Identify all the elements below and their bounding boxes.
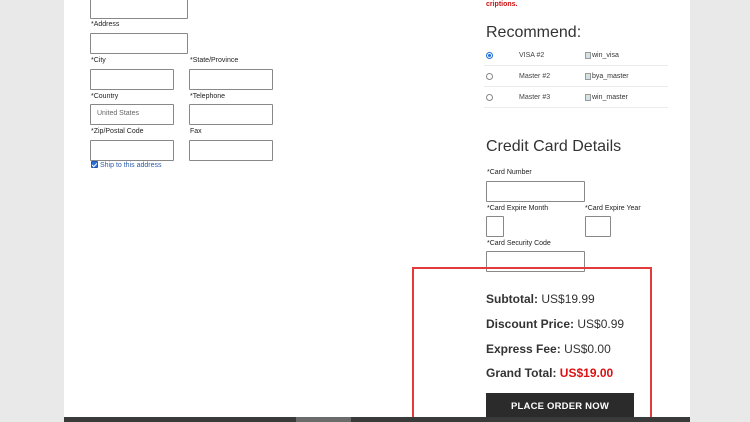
card-expire-month-field[interactable] bbox=[486, 216, 504, 237]
payment-radio-master-3[interactable] bbox=[486, 94, 493, 101]
country-value: United States bbox=[97, 110, 140, 117]
state-field[interactable] bbox=[189, 69, 273, 90]
card-expire-year-label: *Card Expire Year bbox=[585, 205, 641, 212]
subtotal-label: Subtotal: bbox=[486, 292, 538, 306]
ship-to-address-checkbox[interactable] bbox=[91, 161, 98, 168]
ship-to-address-label[interactable]: Ship to this address bbox=[100, 162, 161, 169]
fax-field[interactable] bbox=[189, 140, 273, 161]
broken-image-icon bbox=[585, 94, 591, 101]
notice-text: criptions. bbox=[486, 1, 518, 8]
credit-card-heading: Credit Card Details bbox=[486, 138, 622, 155]
address-label: *Address bbox=[91, 21, 120, 28]
footer-bar bbox=[64, 417, 690, 422]
express-fee-value: US$0.00 bbox=[564, 342, 611, 356]
zip-field[interactable] bbox=[90, 140, 174, 161]
country-label: *Country bbox=[91, 93, 119, 100]
card-number-label: *Card Number bbox=[487, 169, 532, 176]
payment-image-alt: win_master bbox=[592, 94, 628, 101]
card-expire-year-field[interactable] bbox=[585, 216, 611, 237]
broken-image-icon bbox=[585, 73, 591, 80]
payment-image-win-master: win_master bbox=[585, 94, 628, 101]
broken-image-icon bbox=[585, 52, 591, 59]
payment-name-master-2: Master #2 bbox=[519, 73, 551, 80]
state-label: *State/Province bbox=[190, 57, 239, 64]
subtotal-line: Subtotal: US$19.99 bbox=[486, 292, 595, 306]
grand-total-label: Grand Total: bbox=[486, 366, 557, 380]
country-select[interactable]: United States bbox=[90, 104, 174, 125]
card-security-code-label: *Card Security Code bbox=[487, 240, 551, 247]
city-field[interactable] bbox=[90, 69, 174, 90]
payment-name-master-3: Master #3 bbox=[519, 94, 551, 101]
address-field[interactable] bbox=[90, 33, 188, 54]
subtotal-value: US$19.99 bbox=[541, 292, 595, 306]
card-expire-month-label: *Card Expire Month bbox=[487, 205, 549, 212]
divider bbox=[484, 65, 668, 66]
payment-image-alt: bya_master bbox=[592, 73, 629, 80]
fax-label: Fax bbox=[190, 128, 202, 135]
grand-total-line: Grand Total: US$19.00 bbox=[486, 366, 613, 380]
express-fee-label: Express Fee: bbox=[486, 342, 561, 356]
discount-value: US$0.99 bbox=[577, 317, 625, 331]
express-fee-line: Express Fee: US$0.00 bbox=[486, 342, 611, 356]
payment-image-bya-master: bya_master bbox=[585, 73, 629, 80]
card-number-field[interactable] bbox=[486, 181, 585, 202]
grand-total-value: US$19.00 bbox=[559, 366, 614, 380]
payment-name-visa-2: VISA #2 bbox=[519, 52, 545, 59]
divider bbox=[484, 107, 668, 108]
discount-label: Discount Price: bbox=[486, 317, 575, 331]
payment-image-win-visa: win_visa bbox=[585, 52, 619, 59]
payment-image-alt: win_visa bbox=[592, 52, 619, 59]
recommend-heading: Recommend: bbox=[486, 24, 582, 41]
city-label: *City bbox=[91, 57, 106, 64]
telephone-label: *Telephone bbox=[190, 93, 226, 100]
payment-radio-master-2[interactable] bbox=[486, 73, 493, 80]
payment-radio-visa-2[interactable] bbox=[486, 52, 493, 59]
address-line-field-top[interactable] bbox=[90, 0, 188, 19]
place-order-button[interactable]: PLACE ORDER NOW bbox=[486, 393, 634, 419]
discount-line: Discount Price: US$0.99 bbox=[486, 317, 624, 331]
footer-bar-segment bbox=[296, 417, 351, 422]
zip-label: *Zip/Postal Code bbox=[91, 128, 144, 135]
telephone-field[interactable] bbox=[189, 104, 273, 125]
divider bbox=[484, 86, 668, 87]
